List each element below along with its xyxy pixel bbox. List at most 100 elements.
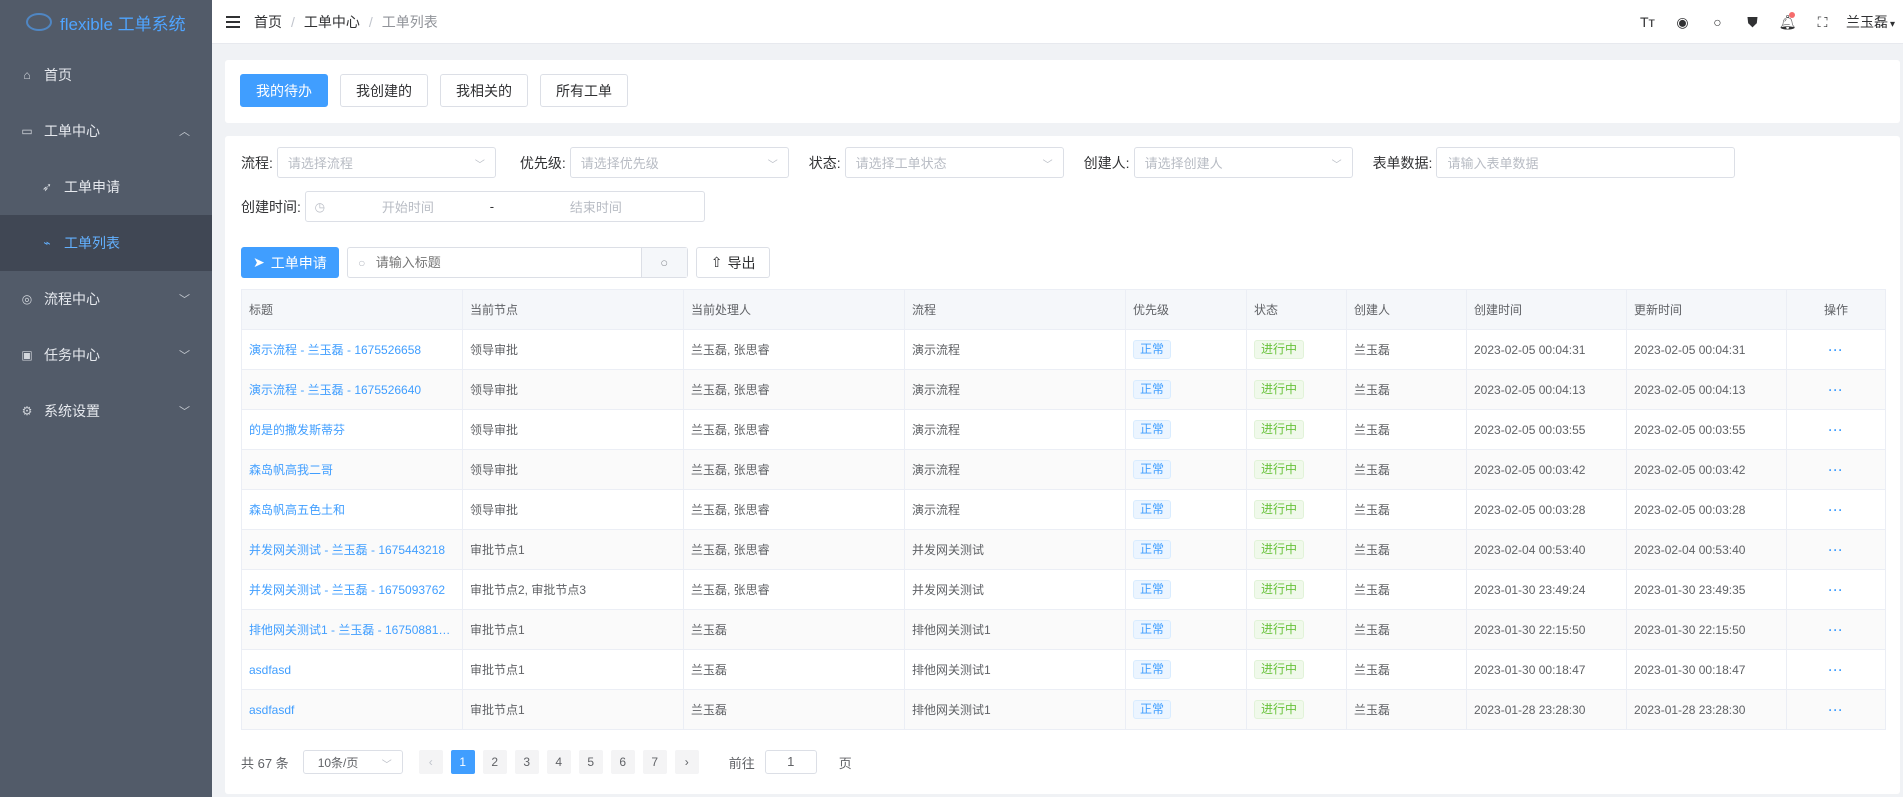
tab-all-tickets[interactable]: 所有工单 [540, 74, 628, 107]
apply-ticket-button[interactable]: ➤ 工单申请 [241, 247, 339, 278]
table-row[interactable]: 并发网关测试 - 兰玉磊 - 1675093762 审批节点2, 审批节点3 兰玉磊… [241, 569, 1886, 610]
search-icon[interactable]: ○ [1700, 14, 1735, 30]
send-icon: ➤ [253, 254, 265, 270]
cell-op: ··· [1786, 649, 1886, 690]
send-icon: ➶ [41, 180, 53, 194]
sidebar-item-task-center[interactable]: ▣ 任务中心 ﹀ [0, 327, 212, 383]
sidebar-item-home[interactable]: ⌂ 首页 [0, 47, 212, 103]
page-size-select[interactable]: 10条/页 ﹀ [302, 750, 403, 774]
cell-creator: 兰玉磊 [1346, 649, 1467, 690]
tab-my-created[interactable]: 我创建的 [340, 74, 428, 107]
title-search: ○ ○ [346, 247, 688, 278]
start-time-input[interactable]: 开始时间 [334, 197, 482, 216]
cell-op: ··· [1786, 449, 1886, 490]
sidebar-item-ticket-apply[interactable]: ➶ 工单申请 [0, 159, 212, 215]
sidebar-item-ticket-list[interactable]: ⌁ 工单列表 [0, 215, 212, 271]
page-button-5[interactable]: 5 [578, 750, 603, 774]
breadcrumb-ticket-center[interactable]: 工单中心 [304, 12, 360, 32]
prev-page-button[interactable]: ‹ [418, 750, 443, 774]
tab-my-todo[interactable]: 我的待办 [240, 74, 328, 107]
table-row[interactable]: 并发网关测试 - 兰玉磊 - 1675443218 审批节点1 兰玉磊, 张思睿 并发… [241, 529, 1886, 570]
priority-tag: 正常 [1133, 580, 1172, 599]
table-row[interactable]: 森岛帆高我二哥 领导审批 兰玉磊, 张思睿 演示流程 正常 进行中 兰玉磊 2023-02-0… [241, 449, 1886, 490]
user-menu[interactable]: 兰玉磊 ▾ [1846, 12, 1895, 32]
cell-title[interactable]: 并发网关测试 - 兰玉磊 - 1675093762 [241, 569, 463, 610]
more-actions-icon[interactable]: ··· [1829, 703, 1844, 717]
cell-title[interactable]: 演示流程 - 兰玉磊 - 1675526658 [241, 329, 463, 370]
form-data-input[interactable]: 请输入表单数据 [1436, 147, 1736, 178]
cell-title[interactable]: asdfasd [241, 649, 463, 690]
table-row[interactable]: 森岛帆高五色土和 领导审批 兰玉磊, 张思睿 演示流程 正常 进行中 兰玉磊 2023-02-… [241, 489, 1886, 530]
cell-process: 并发网关测试 [904, 569, 1126, 610]
search-button[interactable]: ○ [640, 248, 687, 277]
page-button-2[interactable]: 2 [482, 750, 507, 774]
status-select[interactable]: 请选择工单状态 ﹀ [844, 147, 1064, 178]
column-header: 当前节点 [462, 289, 684, 330]
page-button-3[interactable]: 3 [514, 750, 539, 774]
process-select-placeholder: 请选择流程 [287, 156, 353, 171]
more-actions-icon[interactable]: ··· [1829, 383, 1844, 397]
more-actions-icon[interactable]: ··· [1829, 503, 1844, 517]
cell-priority: 正常 [1125, 569, 1247, 610]
cell-title[interactable]: 演示流程 - 兰玉磊 - 1675526640 [241, 369, 463, 410]
column-header: 创建时间 [1466, 289, 1627, 330]
creator-select[interactable]: 请选择创建人 ﹀ [1133, 147, 1353, 178]
cell-op: ··· [1786, 689, 1886, 730]
cell-title[interactable]: 排他网关测试1 - 兰玉磊 - 16750881… [241, 609, 463, 650]
tab-my-related[interactable]: 我相关的 [440, 74, 528, 107]
priority-select[interactable]: 请选择优先级 ﹀ [569, 147, 789, 178]
more-actions-icon[interactable]: ··· [1829, 423, 1844, 437]
font-size-icon[interactable]: Tᴛ [1630, 14, 1665, 30]
sidebar-item-ticket-center[interactable]: ▭ 工单中心 ︿ [0, 103, 212, 159]
column-header: 流程 [904, 289, 1126, 330]
app-logo[interactable]: flexible 工单系统 [0, 0, 212, 44]
table-row[interactable]: asdfasd 审批节点1 兰玉磊 排他网关测试1 正常 进行中 兰玉磊 2023-01-30… [241, 649, 1886, 690]
form-data-placeholder: 请输入表单数据 [1447, 156, 1539, 171]
next-page-button[interactable]: › [674, 750, 699, 774]
priority-tag: 正常 [1133, 380, 1172, 399]
cell-updated: 2023-01-28 23:28:30 [1626, 689, 1787, 730]
column-header: 当前处理人 [683, 289, 905, 330]
cell-title[interactable]: 的是的撒发斯蒂芬 [241, 409, 463, 450]
more-actions-icon[interactable]: ··· [1829, 463, 1844, 477]
table-row[interactable]: 演示流程 - 兰玉磊 - 1675526640 领导审批 兰玉磊, 张思睿 演示流程正… [241, 369, 1886, 410]
cell-title[interactable]: asdfasdf [241, 689, 463, 730]
bell-icon[interactable]: 🔔︎ [1770, 11, 1805, 31]
form-data-filter-label: 表单数据: [1372, 154, 1433, 171]
home-icon: ⌂ [23, 68, 31, 82]
title-search-input[interactable] [375, 255, 641, 270]
page-button-4[interactable]: 4 [546, 750, 571, 774]
goto-page-input[interactable]: 1 [764, 750, 817, 774]
more-actions-icon[interactable]: ··· [1829, 663, 1844, 677]
page-button-7[interactable]: 7 [642, 750, 667, 774]
github-icon[interactable]: ◉ [1665, 14, 1700, 31]
chevron-down-icon: ﹀ [1331, 160, 1342, 171]
page-button-6[interactable]: 6 [610, 750, 635, 774]
fullscreen-icon[interactable]: ⛶ [1805, 14, 1840, 31]
cell-title[interactable]: 森岛帆高五色土和 [241, 489, 463, 530]
process-select[interactable]: 请选择流程 ﹀ [276, 147, 496, 178]
table-row[interactable]: 排他网关测试1 - 兰玉磊 - 16750881… 审批节点1 兰玉磊 排他网关测试1… [241, 609, 1886, 650]
cell-title[interactable]: 并发网关测试 - 兰玉磊 - 1675443218 [241, 529, 463, 570]
cell-status: 进行中 [1246, 449, 1347, 490]
more-actions-icon[interactable]: ··· [1829, 623, 1844, 637]
page-button-1[interactable]: 1 [450, 750, 475, 774]
created-time-range-picker[interactable]: ◷ 开始时间 - 结束时间 [304, 191, 705, 222]
table-row[interactable]: 演示流程 - 兰玉磊 - 1675526658 领导审批 兰玉磊, 张思睿 演示流程正… [241, 329, 1886, 370]
chevron-down-icon: ﹀ [767, 160, 778, 171]
table-row[interactable]: asdfasdf 审批节点1 兰玉磊 排他网关测试1 正常 进行中 兰玉磊 2023-01-2… [241, 689, 1886, 730]
page-jumper: 前往 1 页 [729, 750, 852, 774]
cell-status: 进行中 [1246, 529, 1347, 570]
menu-toggle-icon[interactable] [226, 15, 240, 28]
cell-title[interactable]: 森岛帆高我二哥 [241, 449, 463, 490]
sidebar-item-system-settings[interactable]: ⚙ 系统设置 ﹀ [0, 383, 212, 439]
more-actions-icon[interactable]: ··· [1829, 543, 1844, 557]
shirt-icon[interactable]: ⛊ [1735, 14, 1770, 31]
table-row[interactable]: 的是的撒发斯蒂芬 领导审批 兰玉磊, 张思睿 演示流程 正常 进行中 兰玉磊 2023-02-… [241, 409, 1886, 450]
more-actions-icon[interactable]: ··· [1829, 343, 1844, 357]
sidebar-item-process-center[interactable]: ◎ 流程中心 ﹀ [0, 271, 212, 327]
end-time-input[interactable]: 结束时间 [502, 197, 690, 216]
breadcrumb-home[interactable]: 首页 [254, 12, 282, 32]
export-button[interactable]: ⇧ 导出 [695, 247, 771, 278]
more-actions-icon[interactable]: ··· [1829, 583, 1844, 597]
